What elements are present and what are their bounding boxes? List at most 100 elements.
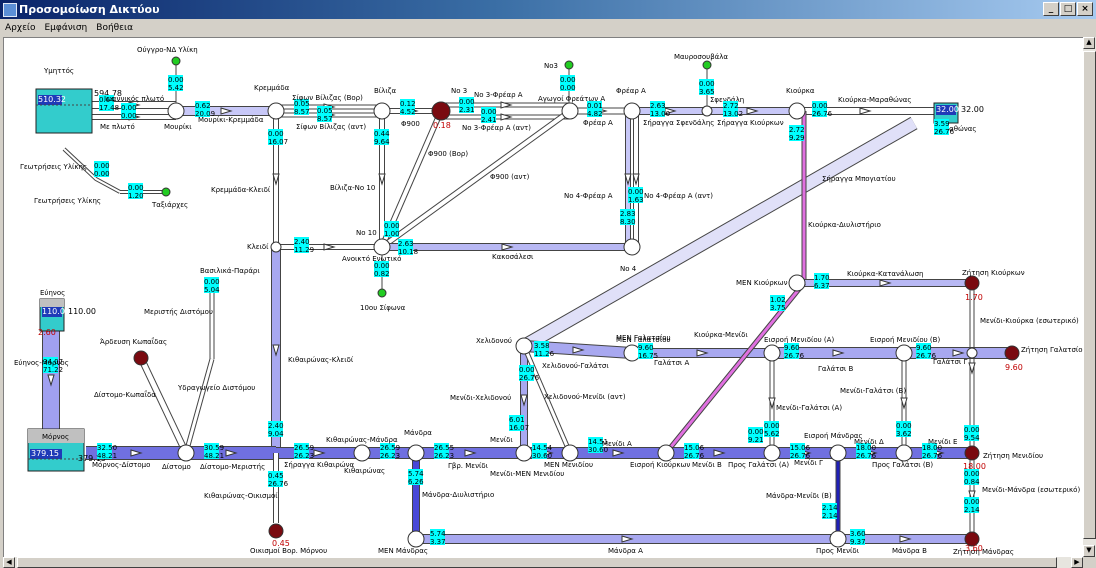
pipe-label: Σήραγγα Κιθαιρώνα	[284, 461, 354, 469]
flow-readout: 0.009.54	[964, 425, 980, 442]
pipe[interactable]	[768, 353, 776, 453]
pipe[interactable]	[42, 331, 60, 429]
svg-text:8.30: 8.30	[620, 218, 636, 226]
scroll-left-button[interactable]: ◀	[3, 557, 15, 568]
flow-readout: 0.005.04	[204, 277, 220, 294]
scroll-down-button[interactable]: ▼	[1083, 545, 1095, 557]
pipe[interactable]	[570, 447, 666, 459]
pipe-label: Γαλάτσι Α	[654, 359, 690, 367]
pipe[interactable]	[183, 358, 215, 454]
svg-text:26.76: 26.76	[812, 110, 833, 118]
pipe[interactable]	[416, 534, 838, 544]
scroll-right-button[interactable]: ▶	[1071, 557, 1083, 568]
pipe-label: Μόρνος-Δίστομο	[92, 461, 150, 469]
junction-node[interactable]: ΜΕΝ Μάνδρας	[378, 530, 428, 555]
svg-text:0.00: 0.00	[459, 98, 475, 106]
demand-node[interactable]: Άρδευση Κωπαΐδας	[100, 337, 167, 366]
demand-value: 1.70	[965, 293, 983, 302]
pipe[interactable]	[276, 447, 362, 459]
pipe[interactable]	[632, 111, 640, 247]
flow-readout: 0.003.62	[896, 421, 912, 438]
svg-text:26.23: 26.23	[434, 452, 454, 460]
flow-readout: 0.001.00	[384, 221, 400, 238]
svg-text:0.05: 0.05	[317, 107, 333, 115]
demand-node[interactable]: Οικισμοί Βορ. Μόρνου0.45	[250, 523, 327, 555]
menu-help[interactable]: Βοήθεια	[91, 19, 137, 33]
svg-text:2.63: 2.63	[398, 240, 414, 248]
demand-node[interactable]: Ζήτηση Γαλατσίου 9.60	[1004, 345, 1083, 372]
svg-text:3.60: 3.60	[850, 530, 866, 538]
pipe-label: Μενίδι Α	[602, 440, 632, 448]
svg-text:9.60: 9.60	[916, 344, 932, 352]
vertical-scroll-thumb[interactable]	[1083, 51, 1096, 539]
flow-readout: 0.000.82	[374, 261, 390, 278]
node-icon	[623, 238, 641, 256]
svg-text:26.76: 26.76	[519, 374, 540, 382]
flow-readout: 2.6313.00	[650, 101, 670, 118]
pipe[interactable]	[276, 243, 382, 251]
junction-node[interactable]: Χελιδονού	[476, 337, 533, 355]
pipe[interactable]	[186, 446, 276, 460]
pipe-label: Χελιδονού-Γαλάτσι	[542, 362, 609, 370]
junction-node[interactable]: ΜΕΝ Κιούρκων	[736, 274, 806, 292]
window-title: Προσομοίωση Δικτύου	[19, 3, 160, 16]
pipe[interactable]	[624, 111, 632, 247]
pipe-label: Με πλωτό	[100, 123, 135, 131]
node-icon	[829, 530, 847, 548]
svg-text:71.22: 71.22	[43, 366, 63, 374]
vertical-scrollbar[interactable]: ▲ ▼	[1083, 37, 1096, 557]
node-label: ΜΕΝ Κιούρκων	[736, 279, 788, 287]
tank-icon[interactable]: 110.00110.00 Εύηνος 2.60	[38, 289, 96, 337]
source-label: Βασιλικά-Παράρι	[200, 267, 260, 275]
pipe[interactable]	[520, 116, 918, 353]
pipe-labels-layer: Ιωαννικός πλωτό Με πλωτό Μουρίκι-Κρεμμάδ…	[14, 91, 1080, 555]
maximize-button[interactable]: □	[1060, 2, 1076, 16]
svg-text:3.62: 3.62	[896, 430, 912, 438]
node-label: ΜΕΝ Μενιδίου	[544, 461, 593, 469]
horizontal-scroll-thumb[interactable]	[17, 557, 1057, 568]
svg-text:11.26: 11.26	[534, 350, 555, 358]
svg-text:1.20: 1.20	[128, 192, 144, 200]
pipe-label: Φ900 (αντ)	[490, 173, 530, 181]
pipe[interactable]	[176, 106, 276, 116]
pipe-label: Γαλάτσι Β	[818, 365, 854, 373]
pipe-label: Φ900	[401, 120, 420, 128]
node-icon	[829, 444, 847, 462]
node-label: Νο 10	[356, 229, 377, 237]
demand-label: Οικισμοί Βορ. Μόρνου	[250, 547, 327, 555]
flow-readout: 2.6310.18	[398, 239, 418, 256]
pipe[interactable]	[382, 243, 632, 251]
svg-text:5.04: 5.04	[204, 286, 220, 294]
close-button[interactable]: ×	[1077, 2, 1093, 16]
demand-node[interactable]: Ζήτηση Μενιδίου18.00	[963, 445, 1043, 471]
pipe[interactable]	[416, 447, 524, 459]
pipe-label: Κιούρκα-Μενίδι	[694, 331, 748, 339]
flow-readout: 0.058.57	[317, 106, 333, 123]
pipe[interactable]	[900, 353, 908, 453]
scroll-up-button[interactable]: ▲	[1083, 37, 1095, 49]
demand-node[interactable]: Ζήτηση Κιούρκων 1.70	[962, 269, 1025, 302]
pipe[interactable]	[137, 356, 190, 455]
junction-node[interactable]: Βίλιζα	[373, 87, 396, 120]
menu-view[interactable]: Εμφάνιση	[40, 19, 92, 33]
menu-file[interactable]: Αρχείο	[0, 19, 40, 33]
node-label: Γαλάτσι Γ	[933, 358, 968, 366]
minimize-button[interactable]: _	[1043, 2, 1059, 16]
pipe[interactable]	[666, 447, 772, 459]
svg-text:0.00: 0.00	[560, 84, 576, 92]
source-node-icon	[702, 60, 712, 70]
pipe[interactable]	[520, 346, 528, 453]
network-canvas[interactable]: 510.32 594.78 Υμηττός 110.00 110.00 Εύηνος 2.…	[3, 37, 1083, 558]
junction-node[interactable]: Κλειδί	[247, 241, 282, 253]
pipe[interactable]	[441, 113, 570, 121]
svg-text:0.00: 0.00	[128, 184, 144, 192]
demand-value: 9.60	[1005, 363, 1023, 372]
horizontal-scrollbar[interactable]: ◀ ▶	[3, 557, 1083, 568]
demand-node-icon	[964, 275, 980, 291]
svg-text:26.76: 26.76	[856, 452, 877, 460]
network-diagram[interactable]: 510.32594.78Υμηττός 110.00110.00Εύηνος2.…	[4, 38, 1083, 558]
svg-text:4.82: 4.82	[587, 110, 603, 118]
node-label: Μάνδρα	[404, 429, 432, 437]
pipe[interactable]	[707, 107, 797, 115]
svg-text:0.00: 0.00	[481, 108, 497, 116]
